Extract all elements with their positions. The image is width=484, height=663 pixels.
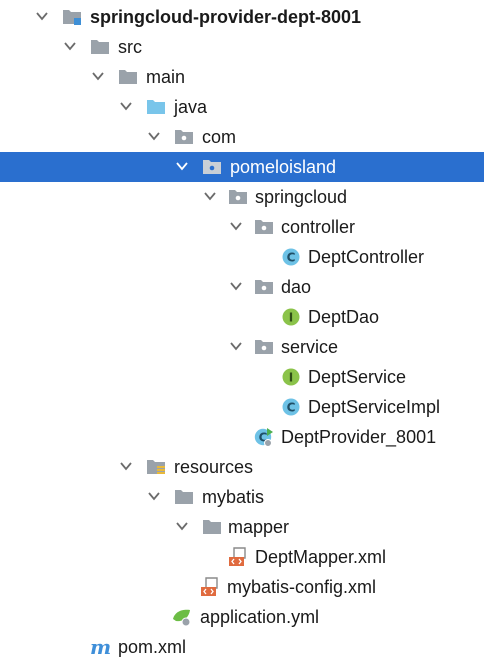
tree-item-label: DeptService [308,367,407,387]
tree-item-deptmapper-xml[interactable]: DeptMapper.xml [0,542,484,572]
module-folder-icon [63,10,81,25]
tree-item-label: java [174,97,208,117]
tree-item-label: dao [281,277,312,297]
tree-item-deptprovider[interactable]: C DeptProvider_8001 [0,422,484,452]
chevron-down-icon[interactable] [118,98,134,114]
tree-item-main[interactable]: main [0,62,484,92]
tree-item-deptserviceimpl[interactable]: C DeptServiceImpl [0,392,484,422]
package-icon [255,220,273,234]
tree-item-label: DeptServiceImpl [308,397,441,417]
chevron-down-icon[interactable] [118,458,134,474]
interface-badge-text: I [289,371,293,385]
tree-item-java[interactable]: java [0,92,484,122]
chevron-down-icon[interactable] [90,68,106,84]
tree-item-label: resources [174,457,254,477]
maven-icon: m [90,635,112,659]
tree-item-deptdao[interactable]: I DeptDao [0,302,484,332]
tree-item-mapper[interactable]: mapper [0,512,484,542]
tree-item-label: mapper [228,517,290,537]
project-tree: springcloud-provider-dept-8001 src main … [0,0,484,663]
tree-item-label: pom.xml [118,637,187,657]
chevron-down-icon[interactable] [62,38,78,54]
chevron-down-icon[interactable] [228,338,244,354]
tree-item-deptcontroller[interactable]: C DeptController [0,242,484,272]
tree-item-label: com [202,127,237,147]
tree-item-label: service [281,337,339,357]
package-icon [255,340,273,354]
tree-item-deptservice[interactable]: I DeptService [0,362,484,392]
tree-item-label: mybatis [202,487,265,507]
folder-icon [203,520,221,534]
chevron-down-icon[interactable] [202,188,218,204]
xml-file-icon [201,577,218,596]
xml-file-icon [229,547,246,566]
tree-item-label: DeptController [308,247,425,267]
class-icon: C [282,248,300,266]
folder-icon [175,490,193,504]
tree-item-label: main [146,67,186,87]
interface-icon: I [282,308,300,326]
spring-boot-class-icon: C [254,428,273,447]
package-icon [255,280,273,294]
tree-item-label: DeptMapper.xml [255,547,387,567]
tree-item-label: DeptDao [308,307,380,327]
tree-item-service[interactable]: service [0,332,484,362]
tree-item-module-root[interactable]: springcloud-provider-dept-8001 [0,2,484,32]
chevron-down-icon[interactable] [174,158,190,174]
tree-item-application-yml[interactable]: application.yml [0,602,484,632]
tree-item-resources[interactable]: resources [0,452,484,482]
tree-item-label: application.yml [200,607,320,627]
chevron-down-icon[interactable] [228,218,244,234]
chevron-down-icon[interactable] [146,128,162,144]
tree-item-label: springcloud-provider-dept-8001 [90,7,362,27]
interface-icon: I [282,368,300,386]
package-icon [229,190,247,204]
tree-item-label: mybatis-config.xml [227,577,377,597]
tree-item-label: src [118,37,142,57]
class-badge-text: C [287,251,296,265]
tree-item-dao[interactable]: dao [0,272,484,302]
class-icon: C [282,398,300,416]
folder-icon [91,40,109,54]
folder-icon [119,70,137,84]
source-folder-icon [147,100,165,114]
class-badge-text: C [287,401,296,415]
tree-item-pom-xml[interactable]: m pom.xml [0,632,484,662]
tree-item-controller[interactable]: controller [0,212,484,242]
tree-item-label: controller [281,217,356,237]
package-icon [175,130,193,144]
chevron-down-icon[interactable] [34,8,50,24]
tree-item-src[interactable]: src [0,32,484,62]
tree-item-springcloud[interactable]: springcloud [0,182,484,212]
spring-yml-icon [173,609,191,627]
chevron-down-icon[interactable] [174,518,190,534]
tree-item-mybatis[interactable]: mybatis [0,482,484,512]
tree-item-mybatis-config-xml[interactable]: mybatis-config.xml [0,572,484,602]
resources-folder-icon [147,460,165,474]
tree-item-label: pomeloisland [230,157,337,177]
tree-item-pomeloisland[interactable]: pomeloisland [0,152,484,182]
tree-item-com[interactable]: com [0,122,484,152]
tree-item-label: DeptProvider_8001 [281,427,437,447]
package-icon [203,160,221,174]
tree-item-label: springcloud [255,187,348,207]
interface-badge-text: I [289,311,293,325]
chevron-down-icon[interactable] [228,278,244,294]
chevron-down-icon[interactable] [146,488,162,504]
